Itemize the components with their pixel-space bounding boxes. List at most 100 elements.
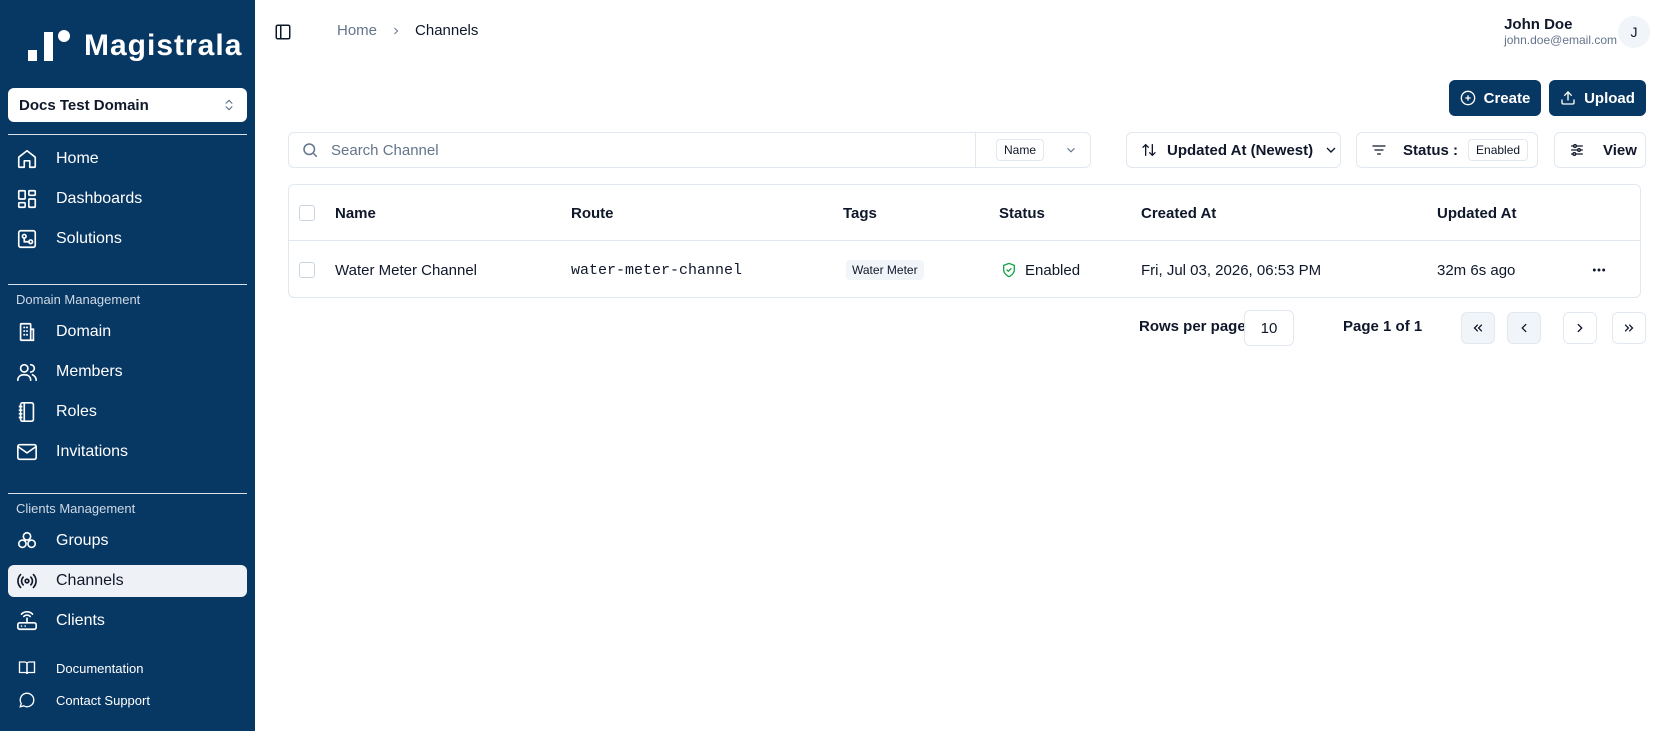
solutions-icon xyxy=(17,229,37,249)
search-icon xyxy=(303,143,318,158)
sidebar-item-label: Dashboards xyxy=(56,190,143,207)
status-text: Enabled xyxy=(1025,261,1081,279)
building-icon xyxy=(19,322,35,342)
status-filter-button[interactable]: Status : Enabled xyxy=(1356,132,1538,168)
sidebar-item-label: Solutions xyxy=(56,230,122,247)
breadcrumb: Home Channels xyxy=(337,22,478,39)
sidebar-item-members[interactable]: Members xyxy=(8,356,247,388)
rows-per-page-label: Rows per page xyxy=(1139,318,1246,335)
row-checkbox[interactable] xyxy=(299,262,315,278)
sidebar-item-documentation[interactable]: Documentation xyxy=(8,654,247,682)
column-header-updated-at[interactable]: Updated At xyxy=(1437,185,1516,241)
column-header-tags[interactable]: Tags xyxy=(843,185,877,241)
shield-check-icon xyxy=(1003,262,1015,278)
column-header-status[interactable]: Status xyxy=(999,185,1045,241)
chevrons-up-down-icon xyxy=(225,99,233,111)
sidebar-item-channels[interactable]: Channels xyxy=(8,565,247,597)
search-input[interactable] xyxy=(331,141,975,159)
sidebar-divider xyxy=(8,493,247,494)
book-icon xyxy=(18,661,36,675)
upload-button[interactable]: Upload xyxy=(1549,80,1646,116)
next-page-button[interactable] xyxy=(1563,312,1597,344)
home-icon xyxy=(17,149,37,169)
breadcrumb-home[interactable]: Home xyxy=(337,22,377,39)
sidebar-item-dashboards[interactable]: Dashboards xyxy=(8,183,247,215)
tag-badge: Water Meter xyxy=(846,260,924,280)
sort-label: Updated At (Newest) xyxy=(1167,141,1314,159)
sort-button[interactable]: Updated At (Newest) xyxy=(1126,132,1341,168)
notebook-icon xyxy=(18,402,35,422)
column-header-route[interactable]: Route xyxy=(571,185,614,241)
sidebar-item-label: Groups xyxy=(56,532,109,549)
sidebar-item-roles[interactable]: Roles xyxy=(8,396,247,428)
sidebar-item-home[interactable]: Home xyxy=(8,143,247,175)
sidebar-item-label: Members xyxy=(56,363,123,380)
cell-name[interactable]: Water Meter Channel xyxy=(335,242,477,298)
logo[interactable]: Magistrala xyxy=(26,28,242,64)
logo-text: Magistrala xyxy=(84,29,243,62)
view-label: View xyxy=(1603,141,1637,159)
user-info: John Doe john.doe@email.com xyxy=(1504,16,1617,48)
avatar[interactable]: J xyxy=(1618,16,1650,48)
chevron-down-icon xyxy=(1067,147,1075,153)
sidebar-item-label: Channels xyxy=(56,572,124,589)
sidebar-item-contact-support[interactable]: Contact Support xyxy=(8,686,247,714)
settings-sliders-icon xyxy=(1571,144,1583,156)
chevron-left-icon xyxy=(1521,323,1527,333)
sort-arrows-icon xyxy=(1142,143,1156,157)
cell-route: water-meter-channel xyxy=(571,261,743,279)
sidebar-item-label: Documentation xyxy=(56,660,144,676)
user-email: john.doe@email.com xyxy=(1504,33,1617,47)
chat-icon xyxy=(19,692,35,708)
search-field-select[interactable]: Name xyxy=(975,133,1090,167)
cell-updated-at: 32m 6s ago xyxy=(1437,261,1516,279)
logo-mark-icon xyxy=(26,28,72,64)
page-indicator: Page 1 of 1 xyxy=(1343,318,1423,335)
sidebar-item-domain[interactable]: Domain xyxy=(8,316,247,348)
sidebar-item-invitations[interactable]: Invitations xyxy=(8,436,247,468)
row-actions-menu[interactable] xyxy=(1591,242,1607,298)
chevron-right-icon xyxy=(394,27,399,34)
sidebar-item-label: Contact Support xyxy=(56,692,150,708)
last-page-button[interactable] xyxy=(1612,312,1646,344)
chevrons-right-icon xyxy=(1624,324,1634,332)
sidebar-item-label: Domain xyxy=(56,323,112,340)
chevron-down-icon xyxy=(1326,147,1336,153)
mail-icon xyxy=(17,443,37,461)
breadcrumb-current: Channels xyxy=(415,22,479,39)
sidebar-item-label: Clients xyxy=(56,612,105,629)
sidebar-toggle-icon[interactable] xyxy=(274,23,292,41)
table-row[interactable]: Water Meter Channel water-meter-channel … xyxy=(289,242,1640,298)
section-domain-management: Domain Management xyxy=(16,292,141,307)
domain-selector[interactable]: Docs Test Domain xyxy=(8,88,247,122)
chevron-right-icon xyxy=(1577,323,1583,333)
create-button-label: Create xyxy=(1483,89,1531,107)
domain-selector-label: Docs Test Domain xyxy=(19,96,149,114)
column-header-created-at[interactable]: Created At xyxy=(1141,185,1216,241)
upload-icon xyxy=(1561,91,1575,105)
rows-per-page-select[interactable]: 10 xyxy=(1244,310,1294,346)
select-all-checkbox[interactable] xyxy=(299,205,315,221)
user-name: John Doe xyxy=(1504,16,1573,33)
section-clients-management: Clients Management xyxy=(16,501,136,516)
search-bar: Name xyxy=(288,132,1091,168)
sidebar-item-label: Roles xyxy=(56,403,97,420)
cell-created-at: Fri, Jul 03, 2026, 06:53 PM xyxy=(1141,261,1322,279)
sidebar-divider xyxy=(8,134,247,135)
column-header-name[interactable]: Name xyxy=(335,185,376,241)
status-filter-label: Status : xyxy=(1403,141,1459,159)
sidebar-item-label: Home xyxy=(56,150,99,167)
upload-button-label: Upload xyxy=(1584,89,1635,107)
previous-page-button[interactable] xyxy=(1507,312,1541,344)
sidebar-item-groups[interactable]: Groups xyxy=(8,525,247,557)
router-icon xyxy=(17,611,37,631)
first-page-button[interactable] xyxy=(1461,312,1495,344)
sidebar-item-solutions[interactable]: Solutions xyxy=(8,223,247,255)
sidebar-divider xyxy=(8,284,247,285)
view-button[interactable]: View xyxy=(1554,132,1646,168)
create-button[interactable]: Create xyxy=(1449,80,1541,116)
plus-circle-icon xyxy=(1460,90,1475,106)
search-field-badge: Name xyxy=(996,139,1045,161)
sidebar-item-clients[interactable]: Clients xyxy=(8,605,247,637)
filter-lines-icon xyxy=(1372,145,1386,155)
